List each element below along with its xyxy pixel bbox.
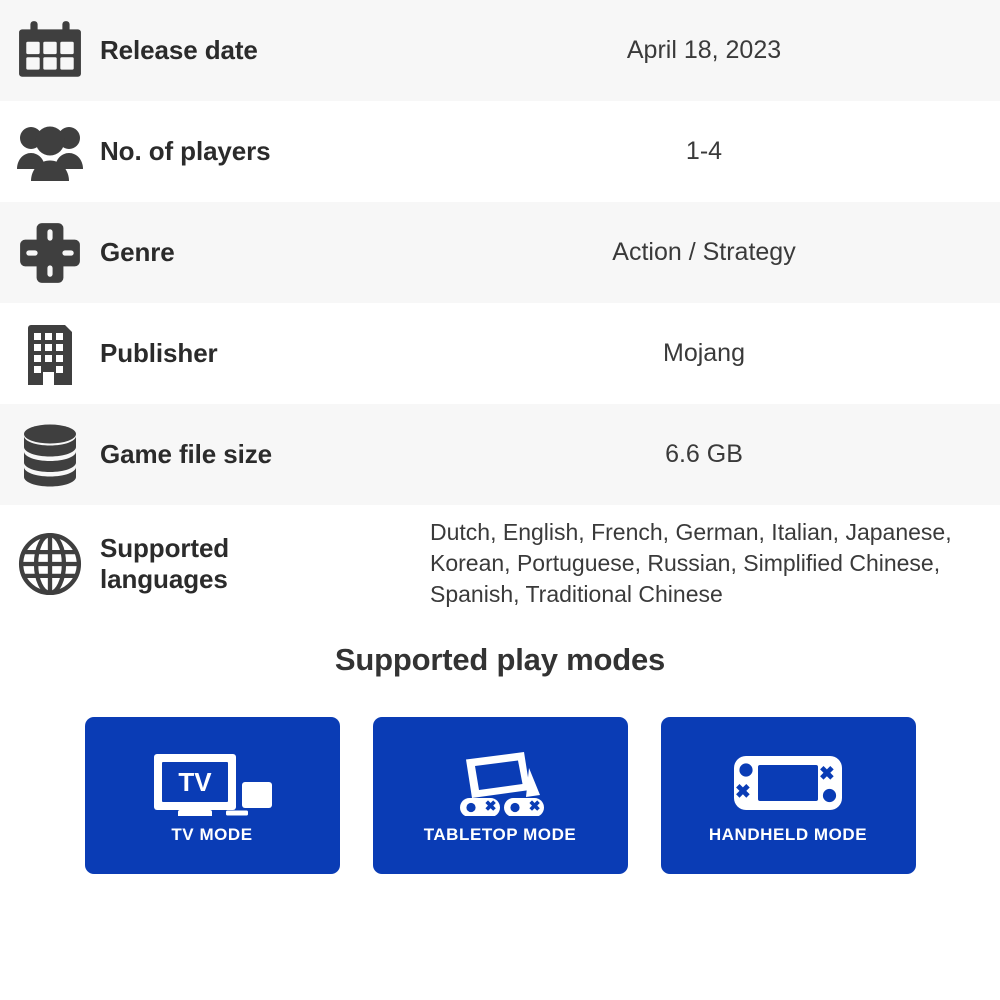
spec-value: April 18, 2023	[626, 36, 782, 64]
spec-label-line2: languages	[100, 563, 228, 594]
dpad-icon	[0, 220, 100, 286]
spec-value: 1-4	[685, 137, 723, 165]
table-row: Release date April 18, 2023	[0, 0, 1000, 101]
calendar-icon	[0, 18, 100, 84]
spec-label: No. of players	[100, 136, 271, 167]
spec-value: Action / Strategy	[612, 238, 796, 266]
building-icon	[0, 320, 100, 388]
tv-mode-icon: TV	[150, 747, 274, 819]
section-title: Supported play modes	[334, 642, 666, 677]
game-details-page: Release date April 18, 2023 No. of playe…	[0, 0, 1000, 1000]
table-row: Supported languages Dutch, English, Fren…	[0, 505, 1000, 622]
svg-text:TV: TV	[178, 767, 212, 797]
play-mode-label: HANDHELD MODE	[708, 824, 868, 844]
play-mode-label: TV MODE	[171, 824, 253, 844]
spec-label: Genre	[100, 237, 175, 268]
play-mode-card-handheld[interactable]: HANDHELD MODE	[660, 717, 916, 874]
play-mode-card-tv[interactable]: TV TV MODE	[84, 717, 340, 874]
play-mode-card-tabletop[interactable]: TABLETOP MODE	[372, 717, 628, 874]
players-group-icon	[0, 121, 100, 183]
spec-value-languages: Dutch, English, French, German, Italian,…	[430, 519, 952, 607]
spec-label: Supported languages	[100, 533, 430, 594]
table-row: No. of players 1-4	[0, 101, 1000, 202]
table-row: Game file size 6.6 GB	[0, 404, 1000, 505]
globe-icon	[0, 531, 100, 597]
supported-play-modes-section: Supported play modes TV TV MODE TABLETOP…	[0, 622, 1000, 874]
database-icon	[0, 421, 100, 489]
table-row: Publisher Mojang	[0, 303, 1000, 404]
play-mode-cards: TV TV MODE TABLETOP MODE HANDHELD MODE	[0, 717, 1000, 874]
spec-label: Release date	[100, 35, 258, 66]
tabletop-mode-icon	[444, 747, 556, 819]
handheld-mode-icon	[732, 747, 844, 819]
spec-value: 6.6 GB	[665, 440, 743, 468]
spec-label: Publisher	[100, 338, 218, 369]
table-row: Genre Action / Strategy	[0, 202, 1000, 303]
spec-value: Mojang	[663, 339, 745, 367]
play-mode-label: TABLETOP MODE	[423, 824, 577, 844]
spec-label-line1: Supported	[100, 532, 230, 563]
spec-label: Game file size	[100, 439, 273, 470]
spec-table: Release date April 18, 2023 No. of playe…	[0, 0, 1000, 622]
